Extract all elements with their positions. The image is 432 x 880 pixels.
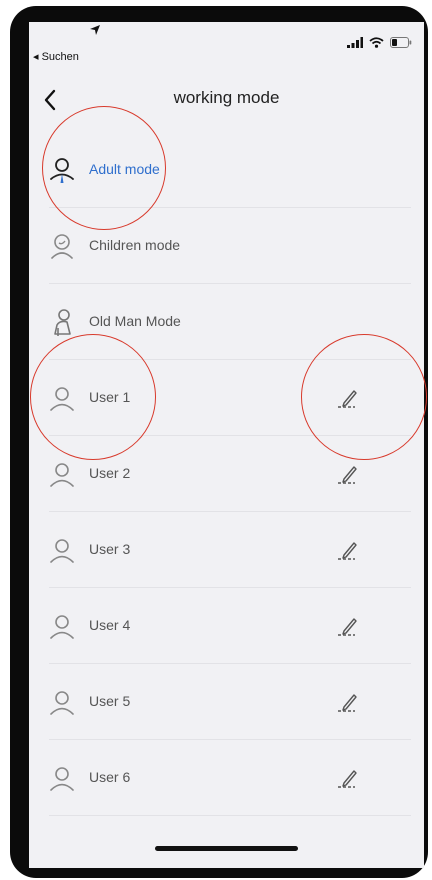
edit-pencil-icon[interactable] bbox=[336, 462, 358, 486]
user-icon bbox=[50, 615, 74, 639]
signal-icon bbox=[347, 37, 363, 48]
mode-row-user-2[interactable]: User 2 bbox=[29, 436, 424, 512]
mode-label: User 3 bbox=[89, 541, 131, 557]
mode-label: User 4 bbox=[89, 617, 131, 633]
home-indicator[interactable] bbox=[155, 846, 298, 851]
edit-pencil-icon[interactable] bbox=[336, 690, 358, 714]
user-icon bbox=[50, 463, 74, 487]
mode-row-user-6[interactable]: User 6 bbox=[29, 740, 424, 816]
edit-pencil-icon[interactable] bbox=[336, 614, 358, 638]
mode-row-user-3[interactable]: User 3 bbox=[29, 512, 424, 588]
mode-row-user-4[interactable]: User 4 bbox=[29, 588, 424, 664]
navigation-bar: working mode bbox=[29, 78, 424, 122]
mode-label: User 2 bbox=[89, 465, 131, 481]
mode-label: User 6 bbox=[89, 769, 131, 785]
child-face-icon bbox=[51, 234, 73, 259]
mode-row-user-1[interactable]: User 1 bbox=[29, 360, 424, 436]
phone-frame: ◂ Suchen working mode Adult mode Childre… bbox=[10, 6, 428, 878]
mode-row-old-man[interactable]: Old Man Mode bbox=[29, 284, 424, 360]
mode-list: Adult mode Children mode Old Man Mode Us… bbox=[29, 132, 424, 816]
back-to-app-link[interactable]: ◂ Suchen bbox=[33, 50, 79, 63]
user-icon bbox=[50, 387, 74, 411]
user-icon bbox=[50, 539, 74, 563]
mode-row-user-5[interactable]: User 5 bbox=[29, 664, 424, 740]
wifi-icon bbox=[369, 37, 384, 48]
mode-row-children[interactable]: Children mode bbox=[29, 208, 424, 284]
user-icon bbox=[50, 691, 74, 715]
page-title: working mode bbox=[173, 88, 280, 107]
status-bar: ◂ Suchen bbox=[29, 22, 424, 76]
mode-label: User 1 bbox=[89, 389, 131, 405]
battery-icon bbox=[390, 37, 412, 48]
mode-row-adult[interactable]: Adult mode bbox=[29, 132, 424, 208]
user-icon bbox=[50, 767, 74, 791]
edit-pencil-icon[interactable] bbox=[336, 386, 358, 410]
edit-pencil-icon[interactable] bbox=[336, 538, 358, 562]
location-arrow-icon bbox=[90, 25, 100, 35]
adult-person-icon bbox=[50, 158, 74, 183]
status-icons bbox=[347, 37, 412, 48]
edit-pencil-icon[interactable] bbox=[336, 766, 358, 790]
app-screen: ◂ Suchen working mode Adult mode Childre… bbox=[29, 22, 424, 868]
mode-label: Old Man Mode bbox=[89, 313, 181, 329]
old-man-icon bbox=[54, 309, 71, 336]
mode-label: Children mode bbox=[89, 237, 181, 253]
mode-label: Adult mode bbox=[89, 161, 160, 177]
mode-label: User 5 bbox=[89, 693, 131, 709]
